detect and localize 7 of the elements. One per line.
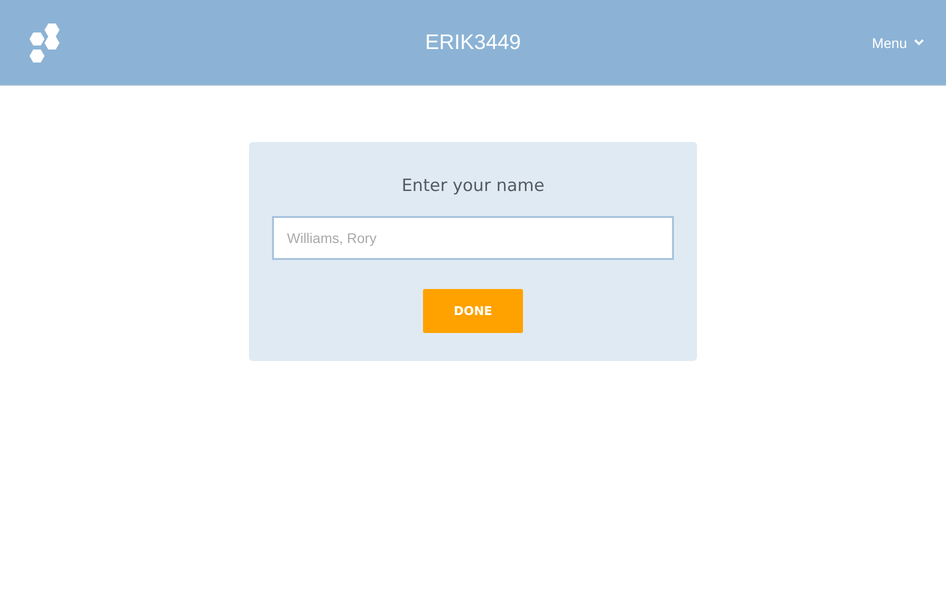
hexagon-logo-icon[interactable]: [29, 22, 61, 64]
done-button[interactable]: DONE: [423, 289, 523, 333]
menu-button[interactable]: Menu: [872, 34, 924, 50]
name-input-field[interactable]: Williams, Rory: [272, 216, 674, 260]
form-heading: Enter your name: [402, 176, 544, 196]
caret-icon: [914, 39, 924, 46]
page-title: ERIK3449: [425, 30, 521, 54]
